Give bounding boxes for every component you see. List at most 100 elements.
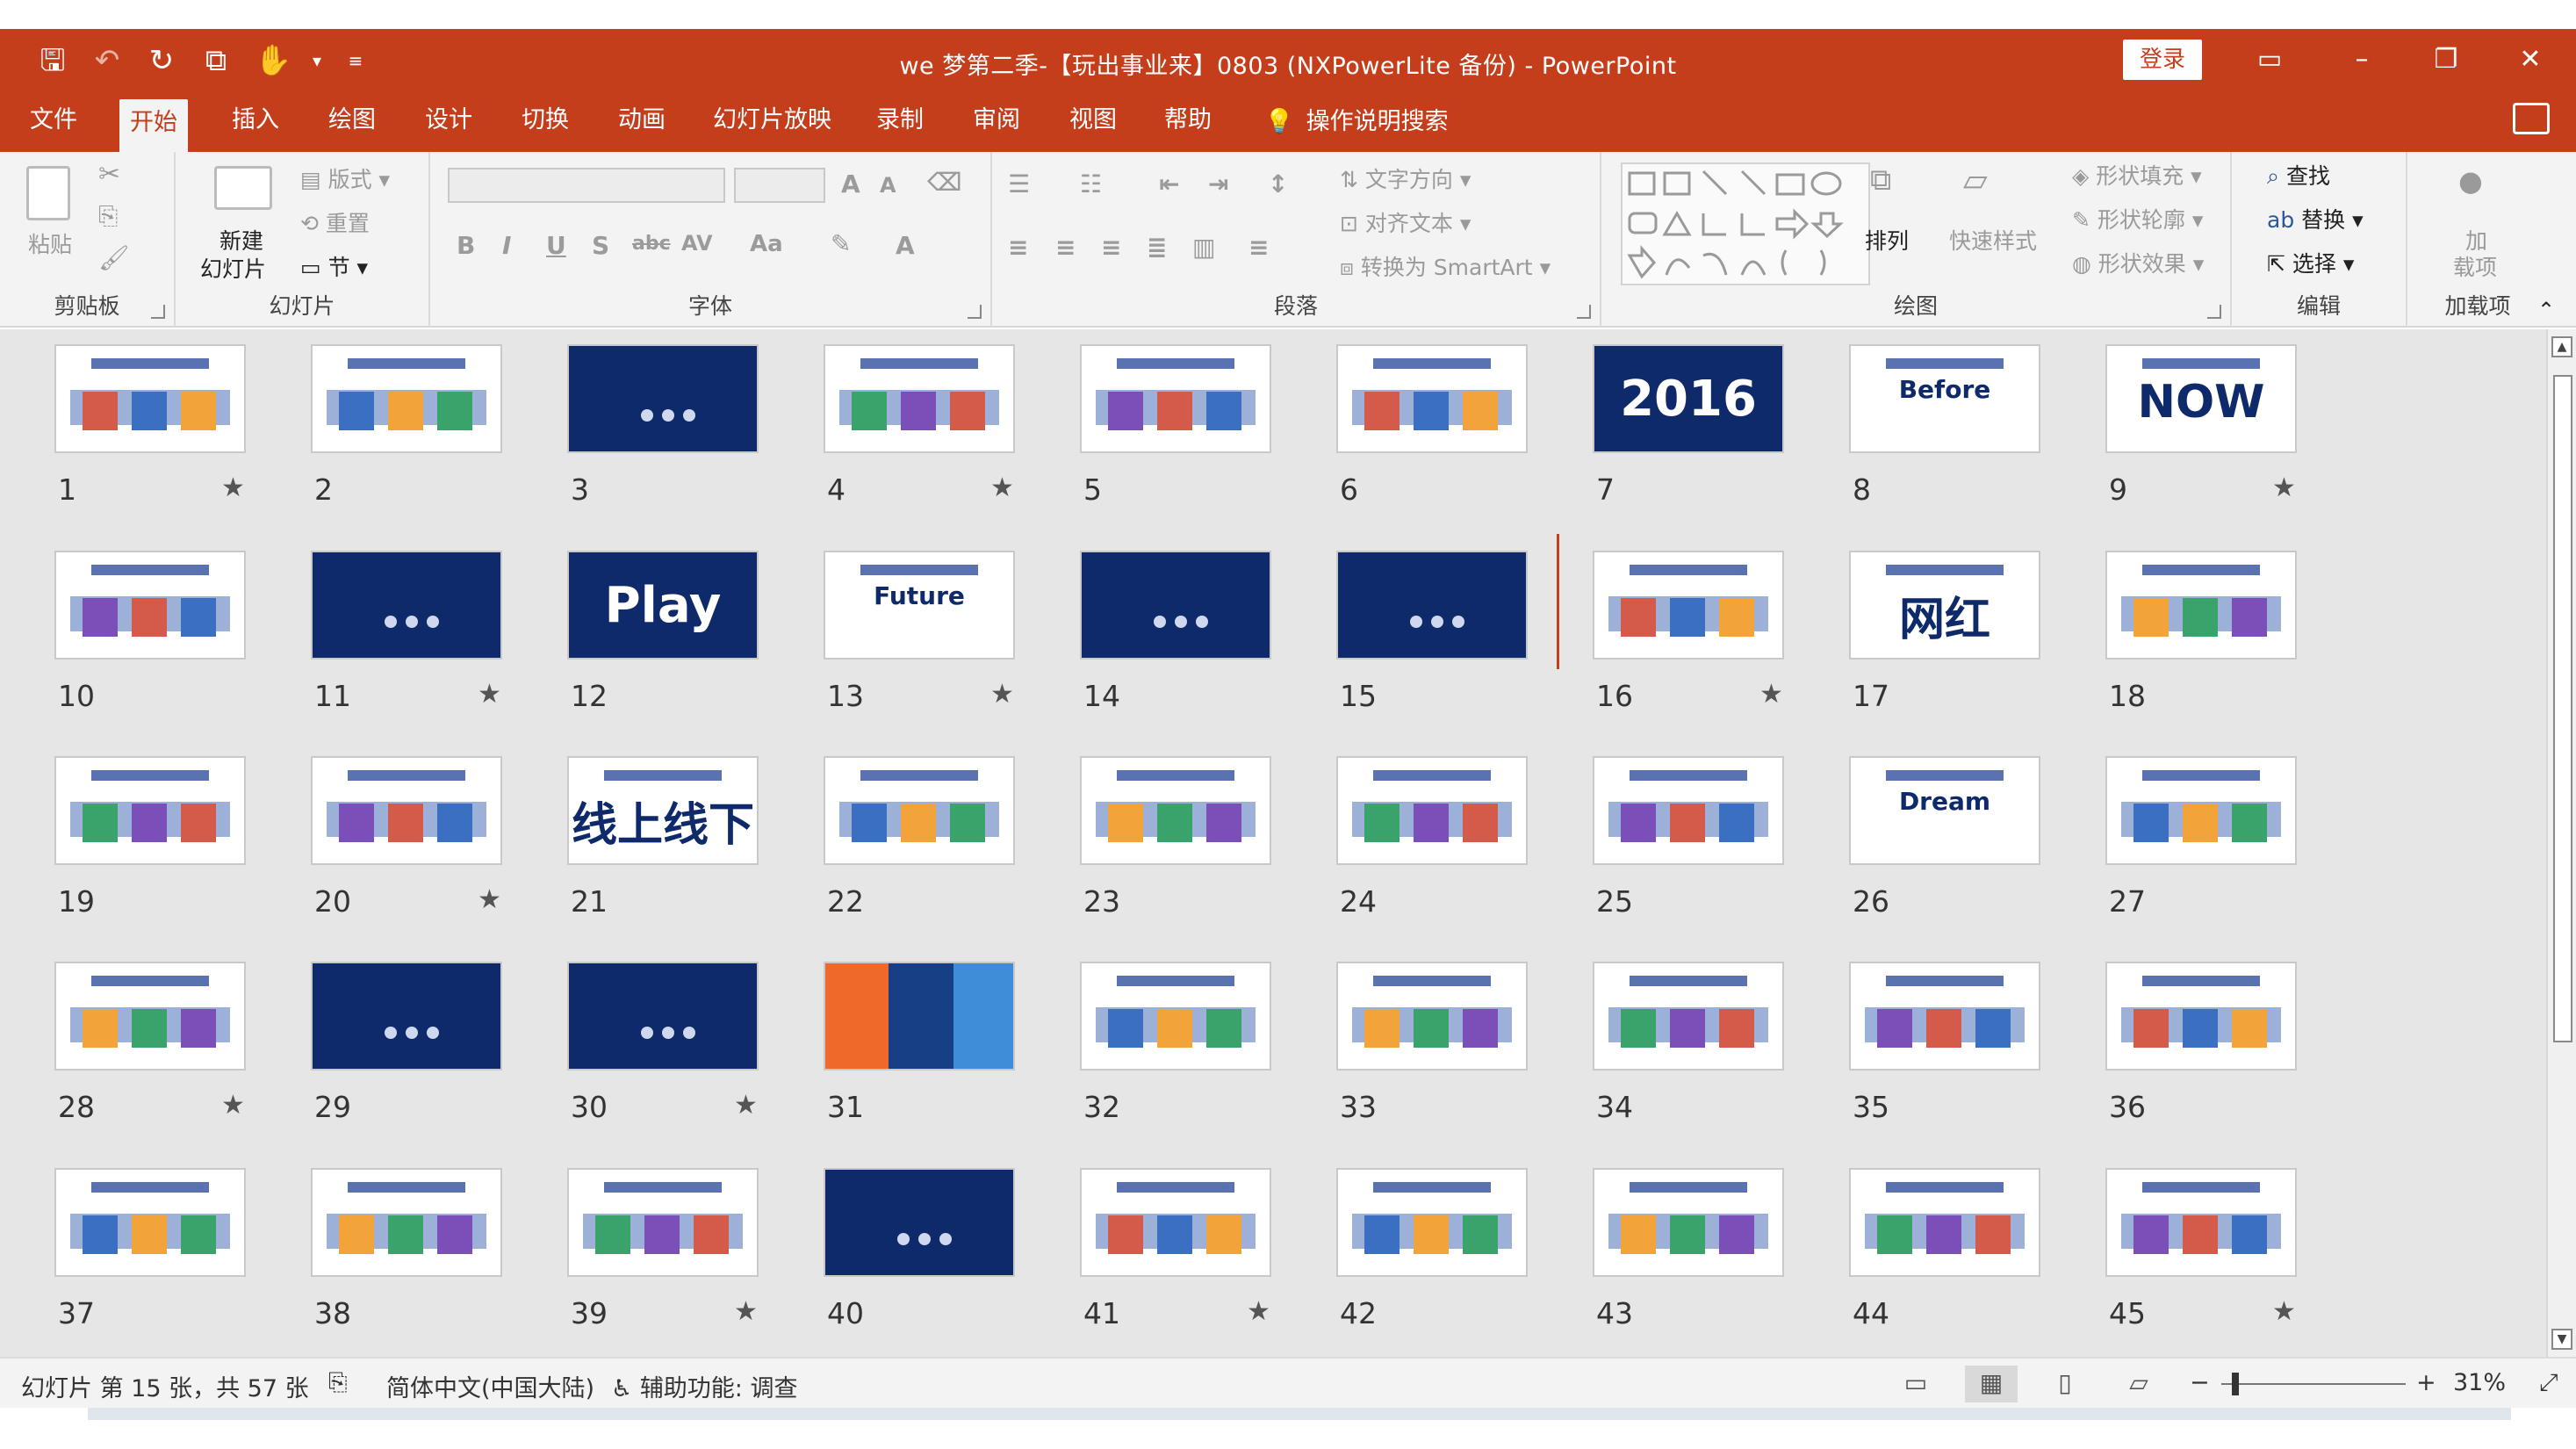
tab-design[interactable]: 设计: [414, 92, 483, 152]
slide-thumbnail[interactable]: [1849, 1168, 2040, 1277]
tab-animations[interactable]: 动画: [608, 92, 676, 152]
align-center-icon[interactable]: ≡: [1055, 233, 1076, 262]
clipboard-launcher-icon[interactable]: [151, 305, 165, 319]
tab-view[interactable]: 视图: [1059, 92, 1127, 152]
animation-star-icon[interactable]: ★: [990, 679, 1014, 710]
minimize-icon[interactable]: –: [2335, 38, 2388, 82]
slide-thumbnail[interactable]: [824, 344, 1015, 453]
accessibility-status[interactable]: ♿ 辅助功能: 调查: [611, 1369, 798, 1403]
slide-thumbnail[interactable]: [1336, 551, 1528, 660]
new-slide-label-1[interactable]: 新建: [219, 224, 263, 256]
slide-thumbnail[interactable]: NOW: [2105, 344, 2297, 453]
close-icon[interactable]: ✕: [2504, 38, 2557, 82]
animation-star-icon[interactable]: ★: [734, 1090, 758, 1121]
slide-thumbnail[interactable]: [311, 344, 502, 453]
scroll-thumb[interactable]: [2553, 375, 2572, 1042]
clear-format-icon[interactable]: ⌫: [927, 168, 962, 197]
bold-icon[interactable]: B: [457, 231, 475, 260]
new-slide-label-2[interactable]: 幻灯片: [200, 252, 266, 284]
char-spacing-icon[interactable]: AV: [681, 231, 713, 256]
slide-thumbnail[interactable]: [1593, 962, 1784, 1071]
increase-indent-icon[interactable]: ⇥: [1208, 169, 1228, 198]
slide-thumbnail[interactable]: [54, 551, 246, 660]
justify-icon[interactable]: ≣: [1147, 233, 1167, 262]
slide-thumbnail[interactable]: [54, 756, 246, 865]
collapse-ribbon-icon[interactable]: ⌃: [2537, 298, 2555, 322]
slide-thumbnail[interactable]: [824, 962, 1015, 1071]
underline-icon[interactable]: U: [546, 231, 566, 260]
font-size-select[interactable]: [734, 168, 825, 203]
slide-count-status[interactable]: 幻灯片 第 15 张，共 57 张: [21, 1369, 309, 1403]
animation-star-icon[interactable]: ★: [734, 1296, 758, 1327]
vertical-scrollbar[interactable]: ▲ ▼: [2546, 329, 2576, 1357]
tell-me-search[interactable]: 💡 操作说明搜索: [1264, 92, 1449, 152]
arrange-button[interactable]: 排列: [1865, 224, 1909, 256]
align-text-button[interactable]: ⊡ 对齐文本 ▾: [1340, 206, 1471, 238]
change-case-icon[interactable]: Aa: [750, 231, 783, 257]
animation-star-icon[interactable]: ★: [221, 472, 245, 503]
slide-thumbnail[interactable]: [567, 1168, 759, 1277]
slide-thumbnail[interactable]: [1336, 962, 1528, 1071]
arrange-icon[interactable]: ⧉: [1870, 162, 1891, 198]
slide-thumbnail[interactable]: [1336, 756, 1528, 865]
slide-thumbnail[interactable]: [54, 962, 246, 1071]
animation-star-icon[interactable]: ★: [990, 472, 1014, 503]
tab-help[interactable]: 帮助: [1154, 92, 1222, 152]
tab-file[interactable]: 文件: [19, 92, 88, 152]
addins-label-2[interactable]: 载项: [2453, 250, 2497, 282]
language-status[interactable]: 简体中文(中国大陆): [386, 1369, 594, 1403]
font-color-icon[interactable]: A: [896, 231, 915, 260]
tab-insert[interactable]: 插入: [221, 92, 290, 152]
tab-draw[interactable]: 绘图: [318, 92, 386, 152]
new-slide-icon[interactable]: [214, 166, 272, 210]
shapes-gallery[interactable]: [1621, 162, 1870, 285]
paragraph-launcher-icon[interactable]: [1577, 305, 1591, 319]
align-left-icon[interactable]: ≡: [1008, 233, 1028, 262]
slide-thumbnail[interactable]: [1849, 962, 2040, 1071]
tab-transitions[interactable]: 切换: [511, 92, 579, 152]
slide-thumbnail[interactable]: [824, 756, 1015, 865]
zoom-slider-thumb[interactable]: [2232, 1373, 2239, 1395]
animation-star-icon[interactable]: ★: [221, 1090, 245, 1121]
increase-font-icon[interactable]: A: [841, 169, 860, 198]
highlight-icon[interactable]: ✎: [831, 229, 851, 258]
shadow-icon[interactable]: S: [592, 231, 609, 260]
tab-home[interactable]: 开始: [119, 99, 188, 152]
quick-styles-icon[interactable]: ▱: [1963, 162, 1988, 198]
slide-thumbnail[interactable]: [1080, 551, 1271, 660]
slide-thumbnail[interactable]: 线上线下: [567, 756, 759, 865]
slide-thumbnail[interactable]: [1080, 1168, 1271, 1277]
slide-thumbnail[interactable]: [824, 1168, 1015, 1277]
slide-thumbnail[interactable]: Before: [1849, 344, 2040, 453]
bullets-icon[interactable]: ☰: [1008, 169, 1030, 198]
text-direction-button[interactable]: ⇅ 文字方向 ▾: [1340, 162, 1471, 194]
slide-thumbnail[interactable]: [1080, 756, 1271, 865]
layout-button[interactable]: ▤ 版式 ▾: [300, 162, 390, 194]
scroll-down-icon[interactable]: ▼: [2551, 1329, 2572, 1350]
font-family-select[interactable]: [448, 168, 725, 203]
slide-thumbnail[interactable]: [1336, 344, 1528, 453]
convert-smartart-button[interactable]: ⧈ 转换为 SmartArt ▾: [1340, 250, 1551, 282]
format-painter-icon[interactable]: 🖌: [98, 243, 130, 272]
strikethrough-icon[interactable]: abc: [632, 233, 671, 255]
slide-thumbnail[interactable]: [1080, 962, 1271, 1071]
cut-icon[interactable]: ✂: [98, 159, 120, 190]
addins-icon[interactable]: ●: [2458, 164, 2483, 198]
slide-thumbnail[interactable]: [1336, 1168, 1528, 1277]
spelling-icon[interactable]: ⎘: [328, 1369, 348, 1397]
reset-button[interactable]: ⟲ 重置: [300, 206, 370, 238]
slide-thumbnail[interactable]: [311, 1168, 502, 1277]
tab-review[interactable]: 审阅: [962, 92, 1031, 152]
align-right-icon[interactable]: ≡: [1101, 233, 1121, 262]
slide-thumbnail[interactable]: [54, 344, 246, 453]
quick-styles-button[interactable]: 快速样式: [1949, 224, 2037, 256]
font-launcher-icon[interactable]: [968, 305, 982, 319]
zoom-in-button[interactable]: +: [2416, 1369, 2436, 1396]
decrease-indent-icon[interactable]: ⇤: [1159, 169, 1179, 198]
slide-thumbnail[interactable]: 2016: [1593, 344, 1784, 453]
slide-thumbnail[interactable]: [1593, 756, 1784, 865]
login-button[interactable]: 登录: [2123, 40, 2202, 80]
drawing-launcher-icon[interactable]: [2207, 305, 2221, 319]
section-button[interactable]: ▭ 节 ▾: [300, 250, 368, 282]
slide-thumbnail[interactable]: Dream: [1849, 756, 2040, 865]
